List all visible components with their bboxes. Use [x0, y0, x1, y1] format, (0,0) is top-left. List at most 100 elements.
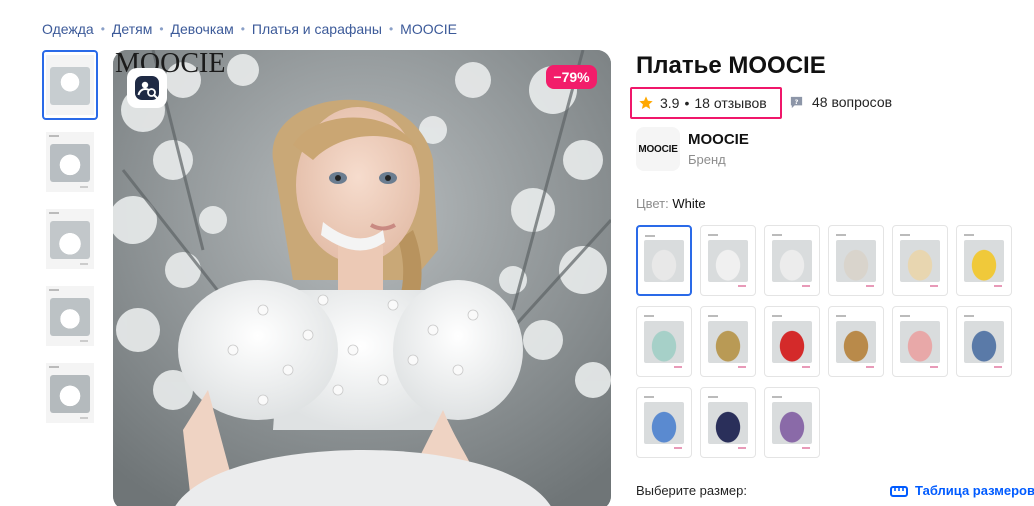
- breadcrumb-item-dresses[interactable]: Платья и сарафаны: [252, 21, 382, 37]
- color-label-text: Цвет:: [636, 196, 669, 211]
- reviews-count: 18 отзывов: [694, 95, 767, 111]
- color-swatch-grid: [636, 225, 1026, 458]
- color-swatch[interactable]: [764, 306, 820, 377]
- swatch-image: [708, 401, 748, 444]
- brand-label: Бренд: [688, 152, 726, 167]
- color-value: White: [672, 196, 706, 211]
- image-search-button[interactable]: [127, 68, 167, 108]
- ruler-icon: [890, 485, 908, 497]
- swatch-image: [900, 320, 940, 363]
- swatch-price-mark: [994, 366, 1002, 368]
- breadcrumb-item-kids[interactable]: Детям: [112, 21, 152, 37]
- color-swatch[interactable]: [956, 225, 1012, 296]
- size-prompt: Выберите размер:: [636, 483, 747, 498]
- image-search-icon: [135, 76, 159, 100]
- color-swatch[interactable]: [828, 306, 884, 377]
- swatch-label-mark: [645, 235, 655, 237]
- swatch-image: [772, 239, 812, 282]
- swatch-label-mark: [900, 234, 910, 236]
- thumbnail-3[interactable]: [42, 204, 98, 274]
- brand-name: MOOCIE: [688, 131, 749, 148]
- swatch-image: [644, 401, 684, 444]
- swatch-image: [964, 239, 1004, 282]
- separator-dot: •: [684, 95, 690, 111]
- breadcrumb-separator: •: [100, 22, 105, 36]
- swatch-label-mark: [644, 315, 654, 317]
- rating-value: 3.9: [660, 95, 680, 111]
- discount-badge: −79%: [546, 65, 597, 89]
- swatch-price-mark: [802, 447, 810, 449]
- swatch-label-mark: [836, 234, 846, 236]
- svg-text:?: ?: [795, 97, 799, 105]
- breadcrumb-item-brand[interactable]: MOOCIE: [400, 21, 457, 37]
- swatch-image: [644, 239, 684, 282]
- thumbnail-image: [46, 363, 94, 423]
- product-title: Платье MOOCIE: [636, 52, 826, 79]
- swatch-image: [708, 320, 748, 363]
- breadcrumb-separator: •: [159, 22, 164, 36]
- thumbnail-2[interactable]: [42, 127, 98, 197]
- swatch-price-mark: [866, 285, 874, 287]
- thumbnail-image: [46, 55, 94, 115]
- color-swatch[interactable]: [956, 306, 1012, 377]
- color-swatch[interactable]: [892, 306, 948, 377]
- swatch-label-mark: [964, 234, 974, 236]
- swatch-label-mark: [708, 234, 718, 236]
- swatch-price-mark: [802, 285, 810, 287]
- color-swatch[interactable]: [892, 225, 948, 296]
- thumbnail-image: [46, 132, 94, 192]
- swatch-image: [772, 401, 812, 444]
- swatch-image: [708, 239, 748, 282]
- swatch-label-mark: [708, 396, 718, 398]
- swatch-label-mark: [836, 315, 846, 317]
- thumbnail-5[interactable]: [42, 358, 98, 428]
- swatch-image: [964, 320, 1004, 363]
- star-icon: [639, 96, 653, 109]
- color-swatch[interactable]: [700, 306, 756, 377]
- thumbnail-image: [46, 209, 94, 269]
- swatch-label-mark: [772, 234, 782, 236]
- color-swatch[interactable]: [636, 225, 692, 296]
- swatch-image: [772, 320, 812, 363]
- swatch-price-mark: [738, 366, 746, 368]
- color-swatch[interactable]: [636, 306, 692, 377]
- rating-reviews-link[interactable]: 3.9 • 18 отзывов: [630, 87, 782, 119]
- size-table-label: Таблица размеров: [915, 483, 1034, 498]
- color-swatch[interactable]: [764, 387, 820, 458]
- color-swatch[interactable]: [828, 225, 884, 296]
- questions-link[interactable]: ? 48 вопросов: [789, 94, 892, 110]
- size-table-link[interactable]: Таблица размеров: [890, 483, 1034, 498]
- thumbnail-4[interactable]: [42, 281, 98, 351]
- color-swatch[interactable]: [700, 225, 756, 296]
- color-swatch[interactable]: [700, 387, 756, 458]
- swatch-label-mark: [772, 396, 782, 398]
- swatch-price-mark: [674, 366, 682, 368]
- breadcrumb-item-clothes[interactable]: Одежда: [42, 21, 94, 37]
- swatch-price-mark: [930, 285, 938, 287]
- breadcrumb-item-girls[interactable]: Девочкам: [171, 21, 234, 37]
- brand-logo: MOOCIE: [636, 127, 680, 171]
- swatch-price-mark: [802, 366, 810, 368]
- swatch-price-mark: [674, 447, 682, 449]
- thumbnail-list: [42, 50, 98, 435]
- swatch-image: [900, 239, 940, 282]
- swatch-image: [836, 320, 876, 363]
- swatch-price-mark: [866, 366, 874, 368]
- swatch-image: [836, 239, 876, 282]
- swatch-label-mark: [964, 315, 974, 317]
- color-label: Цвет: White: [636, 196, 706, 211]
- brand-link[interactable]: MOOCIE MOOCIE Бренд: [636, 127, 749, 171]
- main-product-image[interactable]: [113, 50, 611, 506]
- color-swatch[interactable]: [764, 225, 820, 296]
- color-swatch[interactable]: [636, 387, 692, 458]
- swatch-price-mark: [994, 285, 1002, 287]
- swatch-label-mark: [708, 315, 718, 317]
- thumbnail-1[interactable]: [42, 50, 98, 120]
- swatch-image: [644, 320, 684, 363]
- swatch-label-mark: [772, 315, 782, 317]
- breadcrumb-separator: •: [388, 22, 394, 36]
- swatch-label-mark: [900, 315, 910, 317]
- question-bubble-icon: ?: [790, 96, 803, 108]
- swatch-price-mark: [738, 285, 746, 287]
- breadcrumb: Одежда • Детям • Девочкам • Платья и сар…: [42, 20, 457, 38]
